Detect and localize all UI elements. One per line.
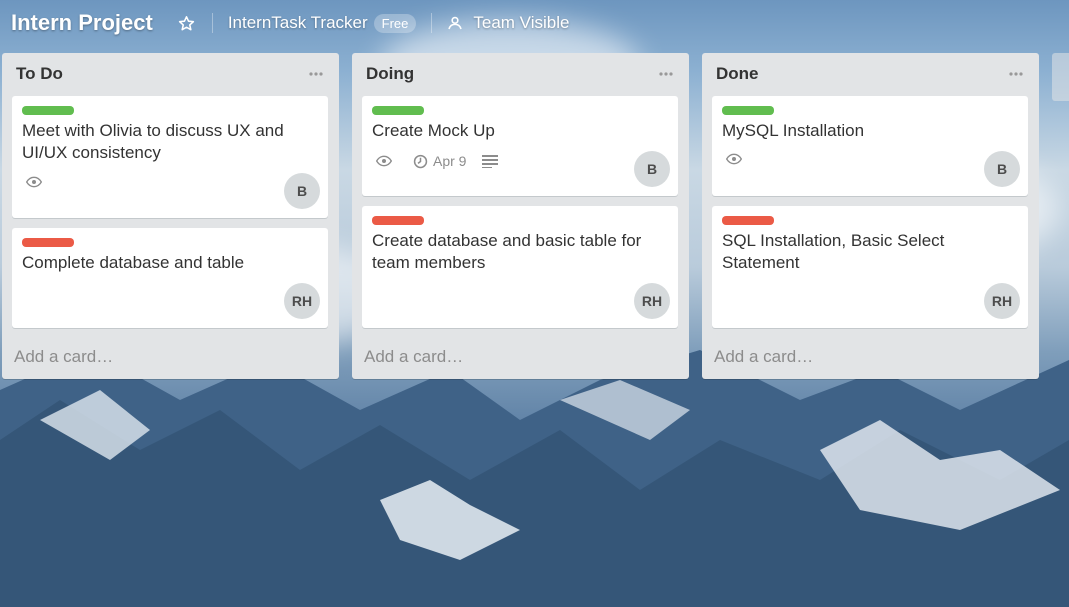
due-date-badge: Apr 9 — [413, 153, 466, 169]
board-title[interactable]: Intern Project — [11, 10, 153, 36]
avatar[interactable]: RH — [284, 283, 320, 319]
watch-icon — [726, 153, 747, 165]
watch-icon — [26, 176, 47, 188]
due-date-text: Apr 9 — [433, 153, 467, 169]
avatar[interactable]: B — [984, 151, 1020, 187]
avatar[interactable]: RH — [634, 283, 670, 319]
clock-icon — [413, 154, 428, 168]
avatar[interactable]: B — [284, 173, 320, 209]
avatar[interactable]: B — [634, 151, 670, 187]
red-label — [722, 216, 774, 225]
card[interactable]: Create Mock Up Apr 9 B — [362, 96, 678, 196]
header-divider — [211, 13, 213, 33]
more-icon[interactable] — [305, 64, 327, 84]
board-header: Intern Project InternTask Tracker Free T… — [0, 0, 1069, 46]
card[interactable]: Complete database and table RH — [12, 228, 328, 328]
add-card-button[interactable]: Add a card… — [364, 347, 463, 367]
add-card-button[interactable]: Add a card… — [14, 347, 113, 367]
card-title: Complete database and table — [22, 253, 245, 272]
card-title: MySQL Installation — [722, 121, 865, 140]
card[interactable]: Create database and basic table for team… — [362, 206, 678, 328]
red-label — [372, 216, 424, 225]
card-title: Create Mock Up — [372, 121, 495, 140]
list-to-do: To Do Meet with Olivia to discuss UX and… — [2, 53, 339, 379]
visibility-label: Team Visible — [473, 13, 570, 32]
avatar[interactable]: RH — [984, 283, 1020, 319]
star-icon[interactable] — [177, 13, 197, 33]
more-icon[interactable] — [655, 64, 677, 84]
card-title: Meet with Olivia to discuss UX and UI/UX… — [22, 121, 284, 162]
card-badges — [726, 153, 763, 165]
green-label — [22, 106, 74, 115]
add-card-button[interactable]: Add a card… — [714, 347, 813, 367]
visibility-button[interactable]: Team Visible — [447, 13, 569, 33]
watch-icon — [376, 155, 397, 167]
list-title[interactable]: Doing — [366, 64, 414, 84]
description-icon — [482, 154, 503, 168]
list-header: To Do — [2, 53, 339, 95]
card[interactable]: Meet with Olivia to discuss UX and UI/UX… — [12, 96, 328, 218]
more-icon[interactable] — [1005, 64, 1027, 84]
red-label — [22, 238, 74, 247]
org-button[interactable]: InternTask Tracker Free — [228, 13, 417, 33]
org-name: InternTask Tracker — [227, 13, 368, 32]
green-label — [722, 106, 774, 115]
card-badges — [26, 176, 63, 188]
list-header: Doing — [352, 53, 689, 95]
card-title: SQL Installation, Basic Select Statement — [722, 231, 945, 272]
list-title[interactable]: Done — [716, 64, 759, 84]
list-doing: Doing Create Mock Up Apr 9 B Create data… — [352, 53, 689, 379]
green-label — [372, 106, 424, 115]
list-header: Done — [702, 53, 1039, 95]
card[interactable]: SQL Installation, Basic Select Statement… — [712, 206, 1028, 328]
plan-badge: Free — [373, 13, 417, 33]
header-divider — [431, 13, 433, 33]
list-title[interactable]: To Do — [16, 64, 63, 84]
team-icon — [448, 16, 463, 30]
add-list-button[interactable] — [1052, 53, 1069, 101]
list-done: Done MySQL Installation B SQL Installati… — [702, 53, 1039, 379]
card-badges: Apr 9 — [376, 153, 519, 169]
card-title: Create database and basic table for team… — [372, 231, 642, 272]
card[interactable]: MySQL Installation B — [712, 96, 1028, 196]
